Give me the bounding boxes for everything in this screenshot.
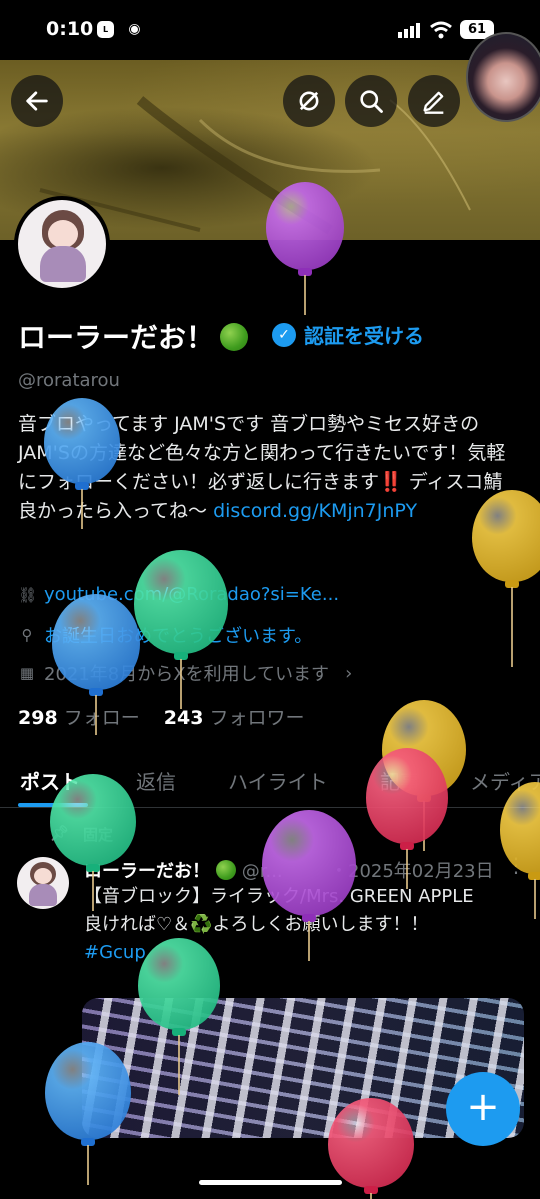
search-icon	[360, 90, 383, 113]
compose-button[interactable]: +	[446, 1072, 520, 1146]
red-balloon	[366, 748, 448, 894]
blue-balloon	[52, 594, 140, 740]
bio-discord-link[interactable]: discord.gg/KMjn7JnPY	[213, 500, 417, 522]
green-balloon	[138, 938, 220, 1100]
signal-icon	[398, 23, 420, 38]
purple-balloon	[262, 810, 356, 966]
display-name: ローラーだお！	[18, 316, 249, 356]
line-icon: L	[97, 21, 114, 38]
eye-off-icon	[299, 91, 319, 111]
status-time: 0:10	[46, 18, 94, 40]
calendar-icon: ▦	[19, 664, 35, 682]
home-indicator	[199, 1180, 342, 1185]
link-icon: ⛓	[18, 585, 38, 604]
back-button[interactable]	[11, 75, 63, 127]
double-exclamation-emoji: ‼️	[379, 471, 403, 493]
verified-badge-icon: ✓	[272, 322, 296, 347]
pencil-icon	[423, 91, 444, 114]
blue-balloon	[44, 398, 120, 534]
get-verified-button[interactable]: ✓ 認証を受ける	[272, 320, 424, 349]
account-switcher-avatar[interactable]	[466, 32, 540, 122]
blue-balloon	[45, 1042, 131, 1190]
yellow-balloon	[472, 490, 540, 672]
verify-label: 認証を受ける	[304, 324, 424, 348]
back-arrow-icon	[26, 91, 48, 111]
green-balloon	[50, 774, 136, 916]
profile-avatar[interactable]	[14, 196, 110, 292]
purple-balloon	[266, 182, 344, 320]
apple-emoji-icon	[220, 323, 249, 351]
location-pin-icon: ⚲	[21, 626, 33, 644]
hide-button[interactable]	[283, 75, 335, 127]
tab-highlights[interactable]: ハイライト	[228, 766, 328, 795]
wifi-icon	[430, 21, 452, 39]
status-bar: 0:10 L ◉ 61	[0, 0, 540, 60]
discord-icon: ◉	[128, 21, 141, 37]
plus-icon: +	[466, 1084, 500, 1130]
apple-emoji-icon	[216, 860, 236, 880]
green-balloon	[134, 550, 228, 714]
edit-button[interactable]	[408, 75, 460, 127]
tab-replies[interactable]: 返信	[136, 766, 176, 795]
profile-handle: @roratarou	[18, 370, 120, 391]
chevron-right-icon: ›	[345, 662, 353, 684]
avatar-illustration	[18, 200, 106, 288]
yellow-balloon	[500, 782, 540, 924]
search-button[interactable]	[345, 75, 397, 127]
